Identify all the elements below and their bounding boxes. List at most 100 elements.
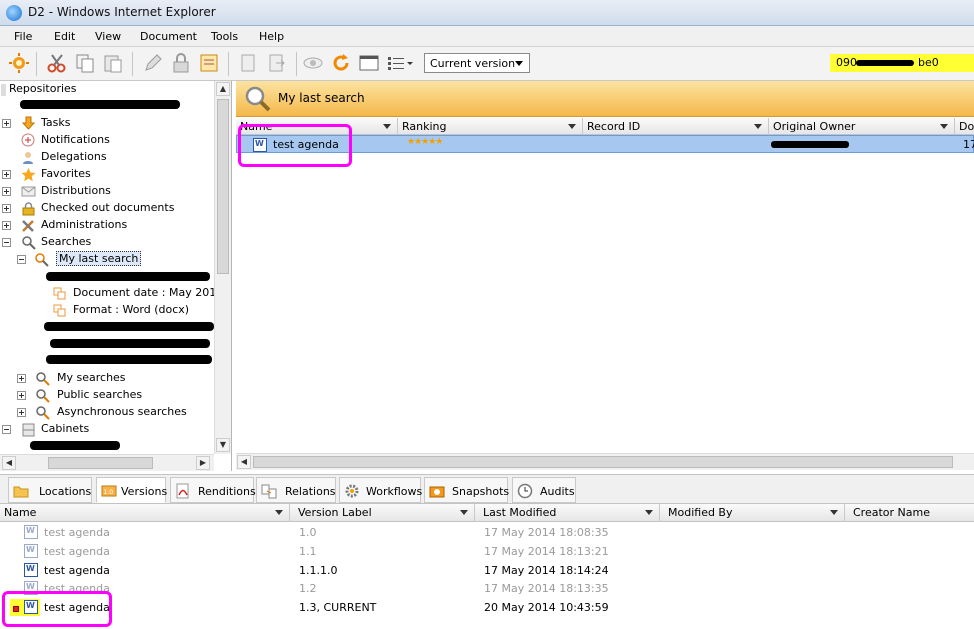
chevron-down-icon[interactable] <box>940 124 948 129</box>
scroll-right-icon[interactable]: ▶ <box>196 456 210 470</box>
tree-item-tasks[interactable]: Tasks <box>0 115 214 132</box>
column-creator-name[interactable]: Creator Name <box>845 504 974 522</box>
column-ranking[interactable]: Ranking <box>398 118 583 135</box>
tab-label: Audits <box>540 485 575 498</box>
cut-icon[interactable] <box>46 52 68 74</box>
expand-icon[interactable] <box>2 187 11 196</box>
tree-item-notifications[interactable]: Notifications <box>0 132 214 149</box>
tree-item-distributions[interactable]: Distributions <box>0 183 214 200</box>
window-icon[interactable] <box>358 52 380 74</box>
expand-icon[interactable] <box>17 391 26 400</box>
paste-icon[interactable] <box>102 52 124 74</box>
expand-icon[interactable] <box>2 204 11 213</box>
lock-icon[interactable] <box>170 52 192 74</box>
column-original-owner[interactable]: Original Owner <box>769 118 955 135</box>
version-row[interactable]: test agenda 1.1 17 May 2014 18:13:21 <box>0 542 974 561</box>
quick-search-input[interactable]: 090 be0 <box>830 54 974 72</box>
refresh-icon[interactable] <box>330 52 352 74</box>
tab-renditions[interactable]: Renditions <box>170 477 256 503</box>
export-icon[interactable] <box>266 52 288 74</box>
chevron-down-icon[interactable] <box>568 124 576 129</box>
column-name[interactable]: Name <box>0 504 290 522</box>
chevron-down-icon[interactable] <box>645 510 653 515</box>
menu-tools[interactable]: Tools <box>211 30 238 43</box>
scroll-left-icon[interactable]: ◀ <box>237 455 251 469</box>
column-record-id[interactable]: Record ID <box>583 118 769 135</box>
tree-line-icon <box>1 84 6 96</box>
scroll-left-icon[interactable]: ◀ <box>2 456 16 470</box>
scroll-thumb[interactable] <box>253 456 953 468</box>
expand-icon[interactable] <box>2 119 11 128</box>
chevron-down-icon[interactable] <box>754 124 762 129</box>
expand-icon[interactable] <box>2 221 11 230</box>
expand-icon[interactable] <box>17 408 26 417</box>
properties-icon[interactable] <box>198 52 220 74</box>
column-last-modified[interactable]: Last Modified <box>475 504 660 522</box>
menu-edit[interactable]: Edit <box>54 30 75 43</box>
tree-vertical-scrollbar[interactable]: ▲ ▼ <box>214 81 231 454</box>
tree-item-cabinets[interactable]: Cabinets <box>0 421 214 438</box>
chevron-down-icon[interactable] <box>830 510 838 515</box>
collapse-icon[interactable] <box>2 425 11 434</box>
search-icon <box>36 372 50 386</box>
search-icon <box>36 406 50 420</box>
column-modified-by[interactable]: Modified By <box>660 504 845 522</box>
list-view-icon[interactable] <box>386 52 416 74</box>
collapse-icon[interactable] <box>17 255 26 264</box>
menu-file[interactable]: File <box>14 30 32 43</box>
tree-item-favorites[interactable]: Favorites <box>0 166 214 183</box>
collapse-icon[interactable] <box>2 238 11 247</box>
tab-workflows[interactable]: Workflows <box>339 477 422 503</box>
new-document-icon[interactable] <box>8 52 30 74</box>
edit-icon[interactable] <box>142 52 164 74</box>
relations-icon <box>261 484 277 499</box>
tab-snapshots[interactable]: Snapshots <box>424 477 509 503</box>
copy-icon[interactable] <box>74 52 96 74</box>
tree-root[interactable]: Repositories <box>0 81 214 98</box>
tree-item-label: Tasks <box>41 116 71 129</box>
version-select[interactable]: Current version <box>424 53 530 73</box>
menu-view[interactable]: View <box>95 30 121 43</box>
tree-item-label: Searches <box>41 235 92 248</box>
scroll-down-icon[interactable]: ▼ <box>216 438 230 452</box>
tab-versions[interactable]: 1.0 Versions <box>96 477 167 503</box>
menu-document[interactable]: Document <box>140 30 197 43</box>
expand-icon[interactable] <box>2 170 11 179</box>
tab-relations[interactable]: Relations <box>256 477 336 503</box>
menu-help[interactable]: Help <box>259 30 284 43</box>
view-icon[interactable] <box>302 52 324 74</box>
tree-item-my-searches[interactable]: My searches <box>0 370 214 387</box>
tree-item-public-searches[interactable]: Public searches <box>0 387 214 404</box>
version-row-current[interactable]: test agenda 1.3, CURRENT 20 May 2014 10:… <box>0 598 974 617</box>
tab-locations[interactable]: Locations <box>8 477 92 503</box>
results-horizontal-scrollbar[interactable]: ◀ <box>236 453 974 470</box>
search-history-icon <box>35 253 49 267</box>
chevron-down-icon[interactable] <box>275 510 283 515</box>
column-version-label[interactable]: Version Label <box>290 504 475 522</box>
scroll-up-icon[interactable]: ▲ <box>216 82 230 96</box>
search-criterion[interactable]: Format : Word (docx) <box>0 302 214 319</box>
version-row[interactable]: test agenda 1.2 17 May 2014 18:13:35 <box>0 579 974 598</box>
tab-audits[interactable]: Audits <box>512 477 576 503</box>
scroll-thumb[interactable] <box>48 457 153 469</box>
tree-item-delegations[interactable]: Delegations <box>0 149 214 166</box>
scroll-thumb[interactable] <box>217 99 229 274</box>
tree-horizontal-scrollbar[interactable]: ◀ ▶ <box>0 454 214 471</box>
chevron-down-icon[interactable] <box>460 510 468 515</box>
tools-icon <box>22 220 34 232</box>
search-criterion[interactable]: Document date : May 2014 <box>0 285 223 302</box>
tree-item-searches[interactable]: Searches <box>0 234 214 251</box>
tree-item-checked-out[interactable]: Checked out documents <box>0 200 214 217</box>
redaction-bar <box>20 100 180 109</box>
selected-search-label: My last search <box>56 251 142 266</box>
expand-icon[interactable] <box>17 374 26 383</box>
tree-item-async-searches[interactable]: Asynchronous searches <box>0 404 214 421</box>
cabinet-icon <box>22 423 35 437</box>
chevron-down-icon[interactable] <box>383 124 391 129</box>
column-do[interactable]: Do <box>955 118 974 135</box>
tree-item-my-last-search[interactable]: My last search <box>0 251 214 268</box>
tree-item-administrations[interactable]: Administrations <box>0 217 214 234</box>
import-icon[interactable] <box>238 52 260 74</box>
version-row[interactable]: test agenda 1.0 17 May 2014 18:08:35 <box>0 523 974 542</box>
version-row[interactable]: test agenda 1.1.1.0 17 May 2014 18:14:24 <box>0 561 974 580</box>
